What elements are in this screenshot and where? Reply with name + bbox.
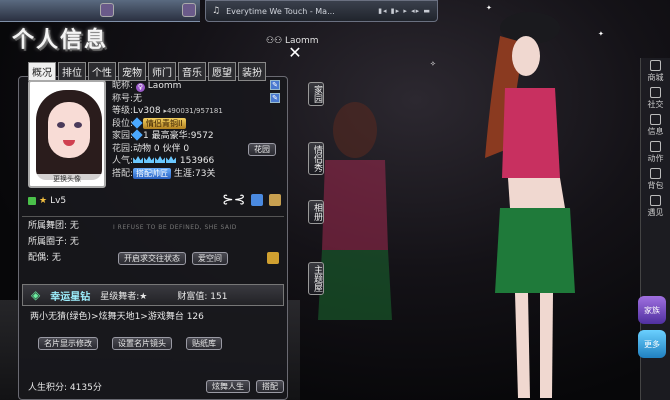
luxury-value: 9572 [190, 131, 214, 141]
sparkle-icon: ✦ [486, 4, 492, 12]
more-button[interactable]: 更多 [638, 330, 666, 358]
avatar[interactable]: 更换头像 [28, 80, 106, 188]
tab-personality[interactable]: 个性 [88, 62, 116, 81]
dance-stat: 两小无猜(绿色)>炫舞天地1>游戏舞台 126 [30, 312, 204, 322]
sidebar-item-action[interactable]: 动作 [641, 139, 670, 166]
star-icon: ★ [39, 196, 48, 206]
sparkle-icon: ✦ [598, 30, 604, 38]
social-icon [650, 87, 661, 98]
level-value: Lv308 [133, 106, 161, 116]
playback-controls[interactable]: ▮◂ ▮▸ ▸ ◂▸ ▬ [378, 7, 431, 15]
sidebar-item-mall[interactable]: 商城 [641, 58, 670, 85]
card-edit-button[interactable]: 名片显示修改 [38, 337, 98, 350]
background-character [318, 102, 392, 320]
bag-icon [650, 168, 661, 179]
info-icon [650, 114, 661, 125]
profile-info: 昵称: ♀ Laomm ✎ 称号:无 ✎ 等级:Lv308 ▸490031/9571… [112, 80, 280, 180]
vtab-home[interactable]: 家园 [308, 82, 324, 106]
garden-button[interactable]: 花园 [248, 142, 276, 156]
tab-school[interactable]: 师门 [148, 62, 176, 81]
star-dancer-value: ★ [139, 291, 148, 302]
diamond-icon: ◈ [31, 288, 41, 302]
sidebar-item-social[interactable]: 社交 [641, 85, 670, 112]
dance-life-button[interactable]: 炫舞人生 [206, 379, 250, 393]
tab-pets[interactable]: 宠物 [118, 62, 146, 81]
profile-tabs: 概况 排位 个性 宠物 师门 音乐 愿望 装扮 [28, 62, 266, 81]
family-button[interactable]: 家族 [638, 296, 666, 324]
player-character[interactable] [470, 8, 580, 400]
card-buttons: 名片显示修改 设置名片镜头 贴纸库 [22, 337, 284, 350]
action-icon [650, 141, 661, 152]
vip-level: ★ Lv5 [28, 196, 66, 206]
sidebar-item-meet[interactable]: 遇见 [641, 193, 670, 220]
vtab-theme-room[interactable]: 主题屋 [308, 262, 324, 295]
mall-icon [650, 60, 661, 71]
edit-icon[interactable]: ✎ [270, 80, 280, 90]
sidebar-item-info[interactable]: 信息 [641, 112, 670, 139]
popularity-value: 153966 [179, 156, 215, 166]
social-icons: ⊱⊰ [112, 192, 282, 208]
settings-icon[interactable] [182, 3, 196, 17]
tab-outfit[interactable]: 装扮 [238, 62, 266, 81]
life-score-value: 4135分 [69, 382, 102, 393]
music-icon: ♫ [212, 6, 221, 16]
sticker-button[interactable]: 贴纸库 [186, 337, 222, 350]
music-player[interactable]: ♫ Everytime We Touch - Ma... ▮◂ ▮▸ ▸ ◂▸ … [205, 0, 438, 22]
grid-button[interactable]: 搭配 [256, 379, 284, 393]
circle-value: 无 [69, 237, 79, 247]
match-badge: 搭配帅匠 [133, 167, 172, 179]
home-icon [131, 129, 143, 141]
sidebar-item-bag[interactable]: 背包 [641, 166, 670, 193]
camera-icon[interactable] [251, 194, 264, 206]
crown-icon [133, 156, 144, 163]
sparkle-icon: ✧ [430, 60, 436, 68]
title-value: 无 [133, 93, 143, 104]
lucky-star-label: 幸运星钻 [50, 291, 91, 303]
vtab-album[interactable]: 相册 [308, 200, 324, 224]
open-relation-button[interactable]: 开启求交往状态 [118, 252, 186, 265]
panel-title: 个人信息 [12, 27, 109, 53]
mail-icon[interactable] [267, 252, 279, 264]
female-icon: ♀ [135, 83, 145, 92]
gift-icon[interactable] [269, 194, 282, 206]
close-icon[interactable]: ✕ [286, 44, 304, 62]
wings-icon: ⊱⊰ [222, 192, 246, 208]
change-avatar-label[interactable]: 更换头像 [30, 174, 104, 184]
spouse-value: 无 [51, 253, 61, 263]
dance-group-value: 无 [69, 221, 79, 231]
tab-wishes[interactable]: 愿望 [208, 62, 236, 81]
career-value: 73关 [194, 168, 216, 179]
tab-overview[interactable]: 概况 [28, 62, 56, 81]
wealth-value: 151 [210, 291, 228, 302]
song-title: Everytime We Touch - Ma... [226, 6, 335, 16]
top-left-bar [0, 0, 200, 22]
tab-ranking[interactable]: 排位 [58, 62, 86, 81]
nickname: Laomm [147, 81, 182, 91]
vtab-couple-show[interactable]: 情侣秀 [308, 142, 324, 175]
rank-badge: 情侣青铜II [143, 117, 186, 129]
exp-value: ▸490031/957181 [163, 107, 223, 115]
card-camera-button[interactable]: 设置名片镜头 [112, 337, 172, 350]
signature-text: I REFUSE TO BE DEFINED, SHE SAID [113, 224, 237, 231]
lucky-star-row: ◈ 幸运星钻 星级舞者:★ 财富值: 151 [22, 284, 284, 306]
rank-icon [131, 116, 143, 129]
meet-icon [650, 195, 661, 206]
life-score-row: 人生积分: 4135分 炫舞人生 搭配 [22, 378, 284, 394]
vip-icon [28, 197, 36, 205]
edit-icon[interactable]: ✎ [270, 92, 280, 103]
tab-music[interactable]: 音乐 [178, 62, 206, 81]
love-space-button[interactable]: 爱空间 [192, 252, 228, 265]
app-icon[interactable] [100, 3, 114, 17]
